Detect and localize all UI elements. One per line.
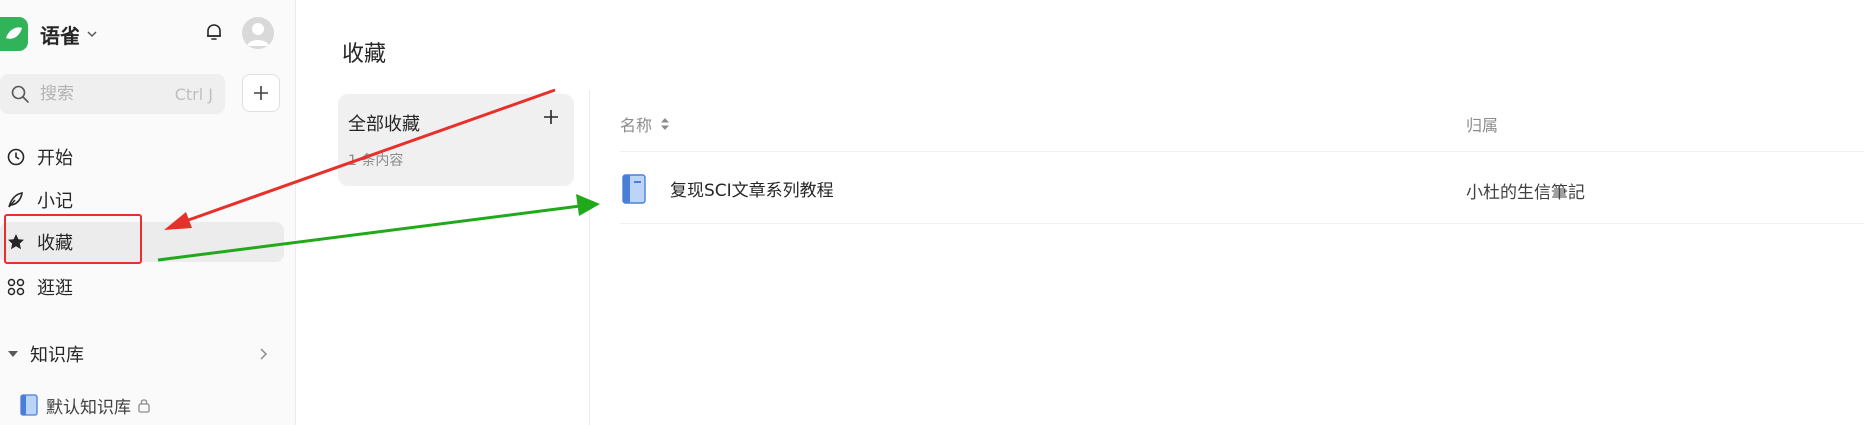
row-divider [620,151,1864,152]
column-header-label: 名称 [620,116,653,135]
bell-icon[interactable] [202,20,226,44]
chevron-down-icon[interactable] [86,28,98,40]
brand[interactable]: 语雀 [0,16,98,52]
column-header-label: 归属 [1466,116,1499,135]
search-shortcut: Ctrl J [174,84,213,104]
app-name: 语雀 [40,23,80,48]
collection-title: 全部收藏 [348,114,420,135]
chevron-right-icon[interactable] [256,347,270,361]
knowledge-base-header[interactable]: 知识库 [0,336,284,372]
column-header-owner[interactable]: 归属 [1466,112,1498,136]
grid-dots-icon [5,276,27,298]
table-row-owner[interactable]: 小杜的生信筆記 [1466,178,1585,203]
nav-item-explore[interactable]: 逛逛 [0,267,284,307]
user-avatar-icon[interactable] [242,17,274,49]
caret-down-icon[interactable] [6,347,20,361]
collection-all-card[interactable]: 全部收藏 1 条内容 [338,94,574,186]
page-title: 收藏 [342,42,387,67]
feather-icon [5,189,27,211]
column-divider [589,90,590,425]
search-input[interactable] [38,83,162,105]
lock-icon [138,399,150,413]
clock-icon [5,146,27,168]
highlight-box [4,214,142,264]
search-box[interactable]: Ctrl J [0,74,225,114]
plus-icon[interactable] [542,108,560,126]
search-icon [11,85,29,103]
green-arrowhead [576,194,600,216]
nav-item-start[interactable]: 开始 [0,137,284,177]
add-button[interactable] [242,74,280,112]
nav-item-label: 小记 [37,191,73,212]
column-header-name[interactable]: 名称 [620,112,670,136]
sort-icon[interactable] [660,117,670,131]
table-row-name[interactable]: 复现SCI文章系列教程 [670,176,834,201]
book-icon [622,174,646,208]
nav-item-label: 逛逛 [37,278,73,299]
yuque-logo [0,17,28,51]
book-icon [20,394,38,416]
nav-item-label: 开始 [37,148,73,169]
knowledge-base-title: 知识库 [30,345,84,366]
collection-count: 1 条内容 [348,153,404,169]
knowledge-base-item-label: 默认知识库 [46,397,131,418]
row-divider [620,223,1864,224]
sidebar: 语雀 Ctrl J 开始 小记 [0,0,296,425]
plus-icon [254,86,268,100]
knowledge-base-item[interactable]: 默认知识库 [20,390,151,420]
